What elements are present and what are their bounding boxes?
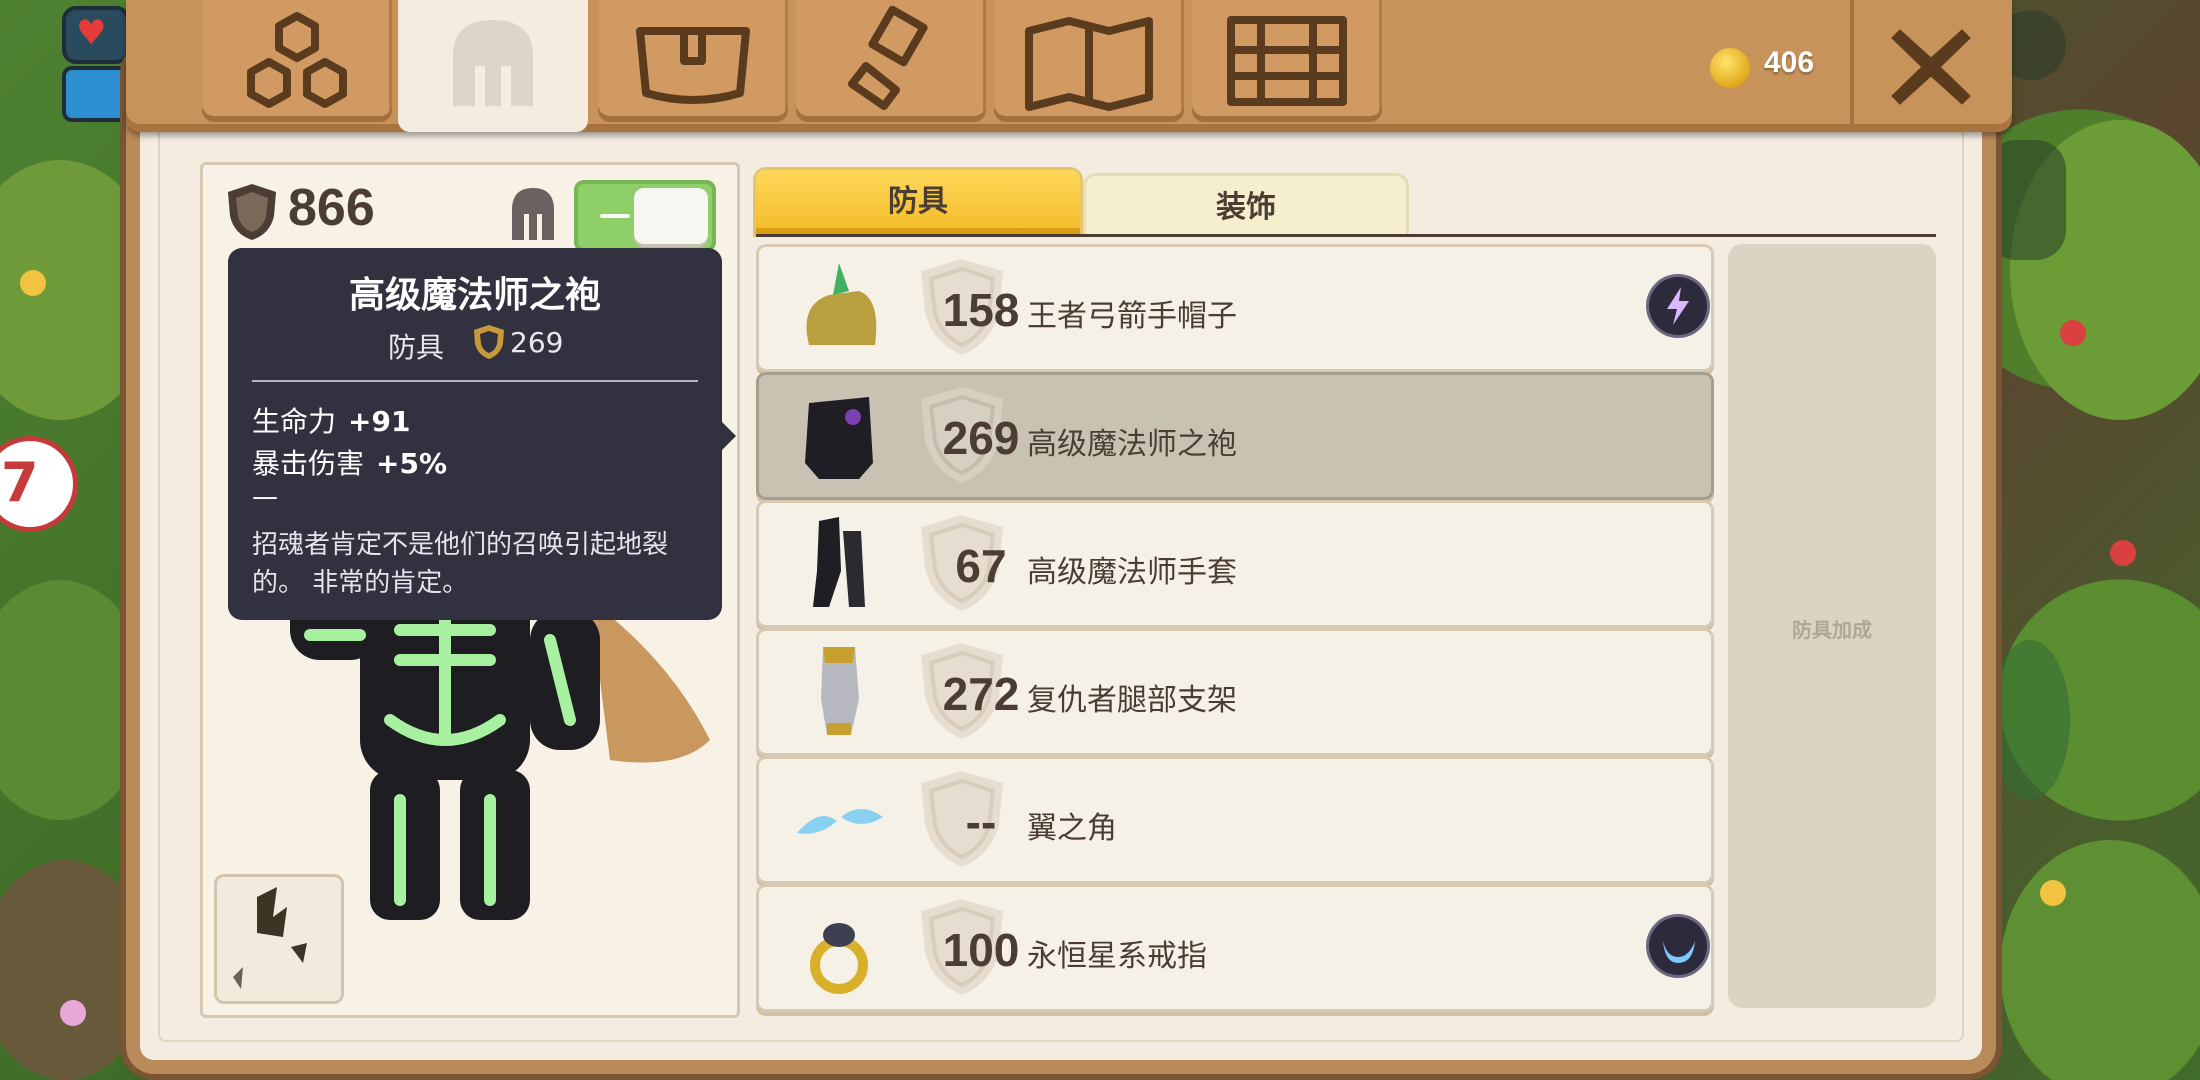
- coin-count: 406: [1764, 46, 1815, 79]
- tab-satchel[interactable]: [598, 0, 788, 122]
- close-icon: [1891, 29, 1971, 105]
- item-name: 永恒星系戒指: [1027, 939, 1207, 974]
- tab-crafting[interactable]: [796, 0, 986, 122]
- tooltip-stat-crit: 暴击伤害 +5%: [252, 447, 448, 480]
- coin-icon: [1710, 48, 1750, 88]
- tab-map[interactable]: [994, 0, 1184, 122]
- inventory-top-bar: 406: [126, 0, 2012, 132]
- item-armor-value: 269: [942, 412, 1020, 464]
- flower: [2040, 880, 2066, 906]
- tooltip-item-type: 防具: [388, 331, 445, 364]
- helmet-icon: [453, 20, 533, 106]
- armor-item-row[interactable]: 100 永恒星系戒指: [756, 884, 1714, 1012]
- armor-bonus-panel: 防具加成: [1728, 244, 1936, 1008]
- tooltip-divider: [252, 380, 698, 382]
- close-button[interactable]: [1850, 0, 2012, 132]
- pet-slot[interactable]: [214, 874, 344, 1004]
- helmet-visibility-toggle[interactable]: [574, 180, 716, 252]
- tooltip-armor-value: 269: [510, 326, 564, 359]
- action-hud-button[interactable]: [1990, 640, 2070, 800]
- map-hud-button[interactable]: [1986, 140, 2066, 260]
- mage-robe-icon: [805, 397, 873, 479]
- item-name: 王者弓箭手帽子: [1027, 299, 1237, 334]
- tab-chest[interactable]: [1192, 0, 1382, 122]
- item-armor-value: 100: [942, 924, 1020, 976]
- armor-shield-icon: [474, 325, 504, 359]
- tab-decoration-category[interactable]: 装饰: [1086, 176, 1406, 234]
- item-tooltip: 高级魔法师之袍 防具 269 生命力 +91 暴击伤害 +5% — 招魂者肯定不是他…: [228, 248, 736, 620]
- tab-hierarchy[interactable]: [202, 0, 392, 122]
- heart-icon: ♥: [76, 13, 107, 53]
- armor-item-row[interactable]: -- 翼之角: [756, 756, 1714, 884]
- toggle-knob[interactable]: [634, 188, 708, 244]
- grass-patch: [0, 580, 150, 820]
- archer-hat-icon: [806, 263, 877, 345]
- leg-brace-icon: [821, 647, 859, 735]
- satchel-icon: [636, 27, 750, 104]
- item-name: 复仇者腿部支架: [1027, 683, 1237, 718]
- armor-item-row[interactable]: 67 高级魔法师手套: [756, 500, 1714, 628]
- tooltip-dash: —: [252, 482, 278, 512]
- chest-icon: [1227, 16, 1347, 106]
- item-armor-value: 67: [955, 540, 1007, 592]
- tooltip-description: 招魂者肯定不是他们的召唤引起地裂的。 非常的肯定。: [252, 530, 669, 598]
- wings-icon: [797, 809, 883, 834]
- item-armor-value: --: [965, 796, 997, 848]
- armor-item-row-selected[interactable]: 269 高级魔法师之袍: [756, 372, 1714, 500]
- item-name: 高级魔法师手套: [1027, 555, 1237, 590]
- map-icon: [1025, 17, 1153, 111]
- item-name: 高级魔法师之袍: [1027, 427, 1237, 462]
- hammer-icon: [848, 6, 928, 110]
- hierarchy-icon: [247, 12, 347, 108]
- flower: [60, 1000, 86, 1026]
- flower: [2110, 540, 2136, 566]
- armor-total: 866: [288, 179, 375, 237]
- lightning-icon: [1649, 277, 1707, 335]
- tooltip-title: 高级魔法师之袍: [348, 275, 601, 316]
- dirt-patch: [0, 860, 150, 1080]
- flower: [2060, 320, 2086, 346]
- item-armor-value: 272: [942, 668, 1020, 720]
- armor-bonus-label: 防具加成: [1792, 618, 1872, 642]
- armor-item-row[interactable]: 158 王者弓箭手帽子: [756, 244, 1714, 372]
- helmet-visibility-icon: [512, 188, 554, 240]
- ring-icon: [810, 923, 868, 994]
- grass-patch: [2000, 840, 2200, 1080]
- tab-armor-category[interactable]: 防具: [756, 170, 1080, 234]
- moon-icon: [1649, 917, 1707, 975]
- tab-underline: [756, 234, 1936, 237]
- tooltip-stat-health: 生命力 +91: [252, 405, 411, 438]
- pet-item-icon: [233, 887, 307, 989]
- flower: [20, 270, 46, 296]
- item-armor-value: 158: [942, 284, 1020, 336]
- item-name: 翼之角: [1027, 811, 1117, 846]
- tab-armor[interactable]: [398, 0, 588, 132]
- armor-item-row[interactable]: 272 复仇者腿部支架: [756, 628, 1714, 756]
- mage-gloves-icon: [813, 517, 865, 607]
- armor-shield-icon: [228, 184, 276, 240]
- mana-hud: [62, 66, 130, 122]
- health-hud: ♥: [62, 6, 130, 64]
